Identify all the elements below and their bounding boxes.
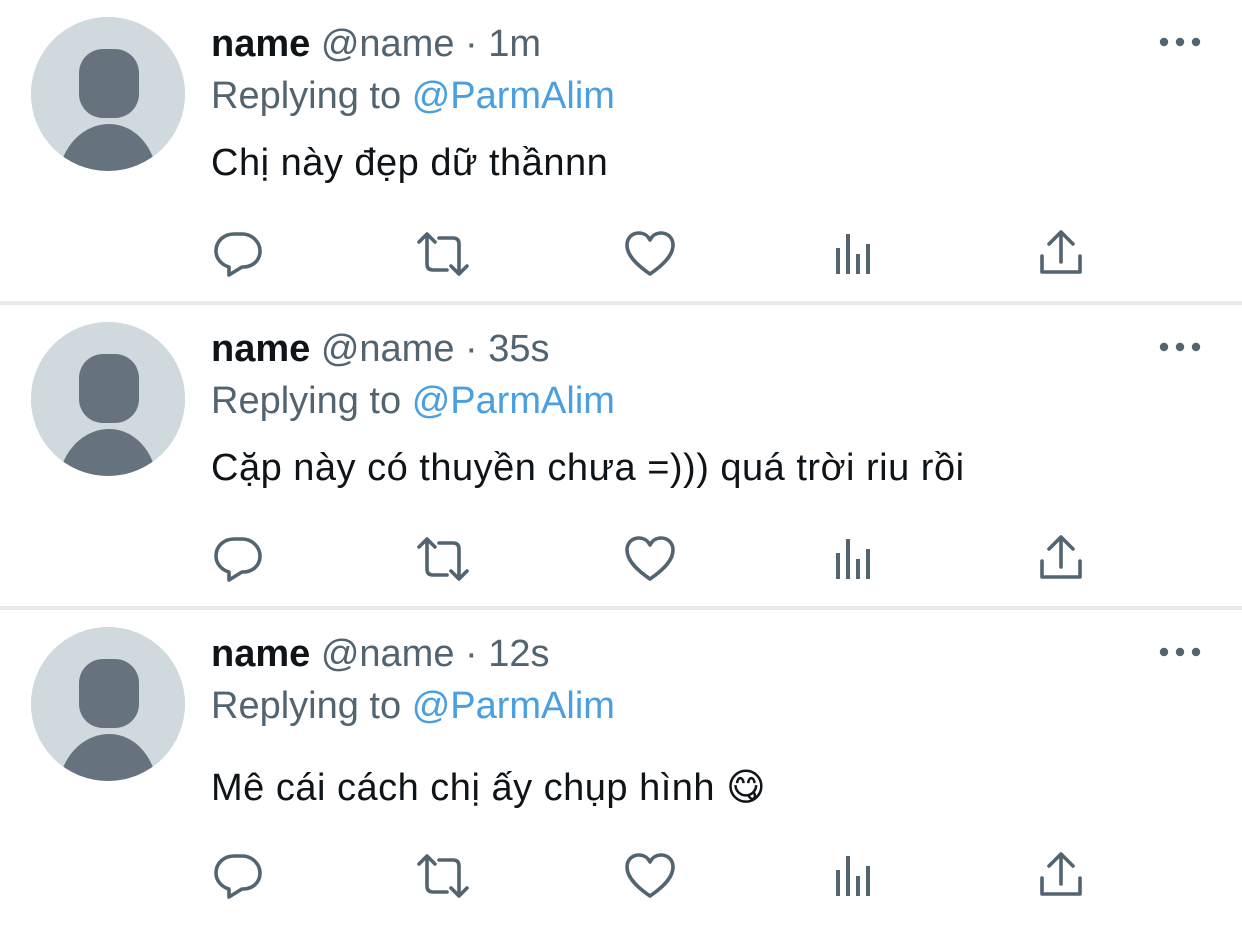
heart-icon [625,853,675,898]
separator-dot: · [465,633,478,675]
reply-button[interactable] [210,848,266,904]
views-button[interactable] [828,531,884,587]
share-button[interactable] [1033,531,1089,587]
replying-to: Replying to @ParmAlim [211,379,615,423]
retweet-button[interactable] [415,226,471,282]
user-handle[interactable]: @name [321,633,455,675]
default-avatar-icon [31,322,185,476]
views-button[interactable] [828,848,884,904]
user-handle[interactable]: @name [321,328,455,370]
mention-link[interactable]: @ParmAlim [412,685,615,727]
views-button[interactable] [828,226,884,282]
replying-to: Replying to @ParmAlim [211,74,615,118]
user-handle[interactable]: @name [321,23,455,65]
like-button[interactable] [622,848,678,904]
display-name[interactable]: name [211,633,310,675]
more-button[interactable] [1158,640,1202,664]
action-bar [0,848,1242,904]
analytics-icon [836,856,870,896]
retweet-icon [417,854,469,898]
more-icon [1159,647,1201,657]
separator-dot: · [465,23,478,65]
avatar[interactable] [31,322,185,476]
tweet-text: Mê cái cách chị ấy chụp hình 😋 [211,767,767,809]
heart-icon [625,536,675,581]
replying-to: Replying to @ParmAlim [211,684,615,728]
retweet-icon [417,232,469,276]
more-button[interactable] [1158,30,1202,54]
analytics-icon [836,234,870,274]
reply-button[interactable] [210,226,266,282]
timestamp[interactable]: 35s [488,328,549,370]
tweet-header: name @name · 12s [211,632,550,676]
avatar[interactable] [31,627,185,781]
tweet-header: name @name · 35s [211,327,550,371]
default-avatar-icon [31,17,185,171]
display-name[interactable]: name [211,328,310,370]
share-button[interactable] [1033,226,1089,282]
tweet-header: name @name · 1m [211,22,541,66]
share-button[interactable] [1033,848,1089,904]
replying-to-label: Replying to [211,380,402,422]
share-icon [1040,230,1082,274]
like-button[interactable] [622,226,678,282]
replying-to-label: Replying to [211,685,402,727]
retweet-button[interactable] [415,531,471,587]
like-button[interactable] [622,531,678,587]
default-avatar-icon [31,627,185,781]
tweet[interactable]: name @name · 12s Replying to @ParmAlim M… [0,610,1242,911]
reply-icon [214,232,262,277]
reply-icon [214,537,262,582]
mention-link[interactable]: @ParmAlim [412,75,615,117]
more-icon [1159,342,1201,352]
action-bar [0,226,1242,282]
tweet-text: Chị này đẹp dữ thầnnn [211,142,609,184]
mention-link[interactable]: @ParmAlim [412,380,615,422]
analytics-icon [836,539,870,579]
display-name[interactable]: name [211,23,310,65]
retweet-button[interactable] [415,848,471,904]
tweet-text: Cặp này có thuyền chưa =))) quá trời riu… [211,447,965,489]
more-button[interactable] [1158,335,1202,359]
avatar[interactable] [31,17,185,171]
more-icon [1159,37,1201,47]
action-bar [0,531,1242,587]
timestamp[interactable]: 12s [488,633,549,675]
reply-button[interactable] [210,531,266,587]
heart-icon [625,231,675,276]
replying-to-label: Replying to [211,75,402,117]
share-icon [1040,852,1082,896]
reply-icon [214,854,262,899]
timestamp[interactable]: 1m [488,23,541,65]
separator-dot: · [465,328,478,370]
share-icon [1040,535,1082,579]
retweet-icon [417,537,469,581]
tweet[interactable]: name @name · 35s Replying to @ParmAlim C… [0,305,1242,610]
tweet[interactable]: name @name · 1m Replying to @ParmAlim Ch… [0,0,1242,305]
